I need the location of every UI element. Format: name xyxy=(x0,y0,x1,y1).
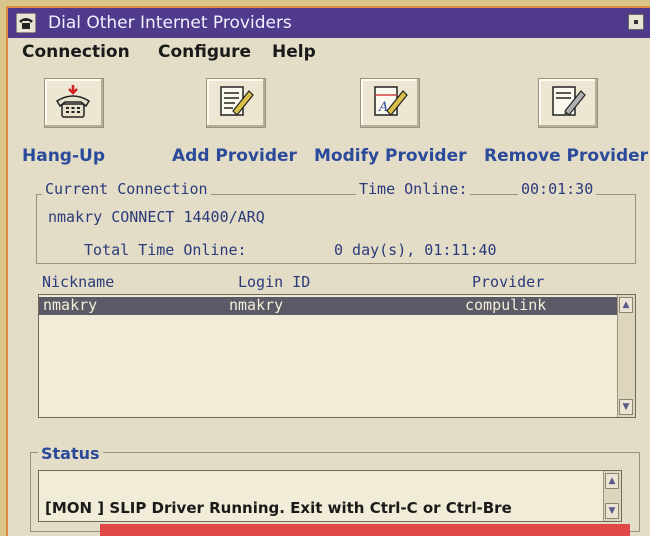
status-text: [MON ] SLIP Driver Running. Exit with Ct… xyxy=(45,499,512,517)
column-provider[interactable]: Provider xyxy=(472,273,544,291)
add-provider-label[interactable]: Add Provider xyxy=(172,146,297,166)
menu-bar: Connection Configure Help xyxy=(8,40,650,66)
add-provider-button[interactable] xyxy=(206,78,266,128)
notepad-pencil-icon xyxy=(220,86,254,116)
total-time-value: 0 day(s), 01:11:40 xyxy=(334,241,497,259)
total-time-label: Total Time Online: xyxy=(84,241,247,259)
scroll-up-icon[interactable]: ▲ xyxy=(619,297,633,313)
menu-connection[interactable]: Connection xyxy=(22,42,130,62)
dialer-window: Dial Other Internet Providers Connection… xyxy=(6,6,650,536)
window-title: Dial Other Internet Providers xyxy=(48,13,292,33)
provider-list[interactable]: nmakry nmakry compulink ▲ ▼ xyxy=(38,294,636,418)
modify-provider-button[interactable]: A xyxy=(360,78,420,128)
row-login-id: nmakry xyxy=(229,296,284,314)
svg-text:A: A xyxy=(378,100,388,115)
remove-provider-label[interactable]: Remove Provider xyxy=(484,146,648,166)
time-online-value: 00:01:30 xyxy=(518,180,597,198)
notepad-eraser-icon xyxy=(552,86,586,116)
table-row[interactable]: nmakry nmakry compulink xyxy=(39,296,617,315)
status-scrollbar[interactable]: ▲ ▼ xyxy=(603,471,621,521)
connection-info: nmakry CONNECT 14400/ARQ xyxy=(48,208,265,226)
status-scroll-up-icon[interactable]: ▲ xyxy=(605,473,619,489)
hang-up-button[interactable] xyxy=(44,78,104,128)
column-nickname[interactable]: Nickname xyxy=(42,273,114,291)
time-online-label: Time Online: xyxy=(356,180,471,198)
telephone-icon[interactable] xyxy=(16,13,36,33)
title-bar[interactable]: Dial Other Internet Providers xyxy=(8,8,650,38)
status-scroll-down-icon[interactable]: ▼ xyxy=(605,503,619,519)
remove-provider-button[interactable] xyxy=(538,78,598,128)
row-nickname: nmakry xyxy=(43,296,98,314)
column-login-id[interactable]: Login ID xyxy=(238,273,310,291)
background-red-strip xyxy=(100,524,630,536)
status-log[interactable]: [MON ] SLIP Driver Running. Exit with Ct… xyxy=(38,470,622,522)
menu-help[interactable]: Help xyxy=(272,42,316,62)
status-label: Status xyxy=(38,444,103,463)
telephone-icon xyxy=(55,85,91,118)
row-provider: compulink xyxy=(465,296,547,314)
minimize-button[interactable] xyxy=(628,14,644,30)
hang-up-label[interactable]: Hang-Up xyxy=(22,146,105,166)
menu-configure[interactable]: Configure xyxy=(158,42,251,62)
list-scrollbar[interactable]: ▲ ▼ xyxy=(617,295,635,417)
current-connection-label: Current Connection xyxy=(42,180,211,198)
modify-provider-label[interactable]: Modify Provider xyxy=(314,146,467,166)
scroll-down-icon[interactable]: ▼ xyxy=(619,399,633,415)
notepad-edit-icon: A xyxy=(374,86,408,116)
